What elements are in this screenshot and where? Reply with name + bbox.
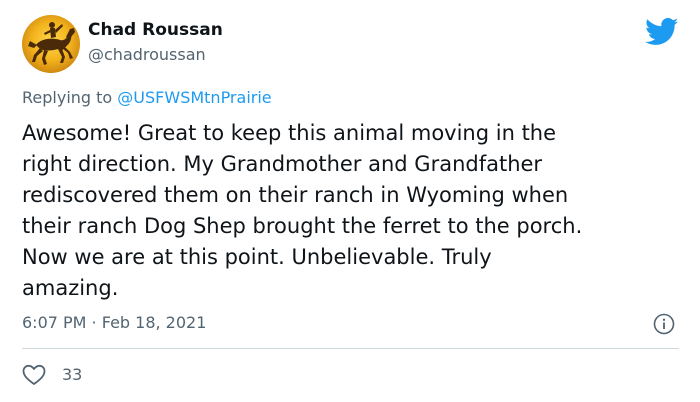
bucking-horse-rider-icon — [28, 22, 75, 65]
tweet-text: Awesome! Great to keep this animal movin… — [22, 121, 583, 300]
display-name[interactable]: Chad Roussan — [88, 20, 223, 40]
info-icon[interactable] — [653, 313, 675, 335]
tweet-time[interactable]: 6:07 PM — [22, 313, 86, 332]
twitter-bird-icon[interactable] — [645, 18, 679, 46]
like-count: 33 — [62, 365, 83, 384]
reply-mention-link[interactable]: @USFWSMtnPrairie — [117, 88, 271, 107]
tweet-card: Chad Roussan @chadroussan Replying to @U… — [0, 0, 700, 402]
tweet-date[interactable]: Feb 18, 2021 — [102, 313, 207, 332]
replying-prefix: Replying to — [22, 88, 118, 107]
replying-to: Replying to @USFWSMtnPrairie — [22, 88, 272, 107]
avatar[interactable] — [22, 15, 80, 73]
user-handle[interactable]: @chadroussan — [88, 45, 206, 64]
divider — [22, 348, 679, 349]
heart-icon[interactable] — [22, 364, 46, 386]
timestamp-separator: · — [86, 313, 102, 332]
tweet-timestamp[interactable]: 6:07 PM · Feb 18, 2021 — [22, 313, 206, 332]
